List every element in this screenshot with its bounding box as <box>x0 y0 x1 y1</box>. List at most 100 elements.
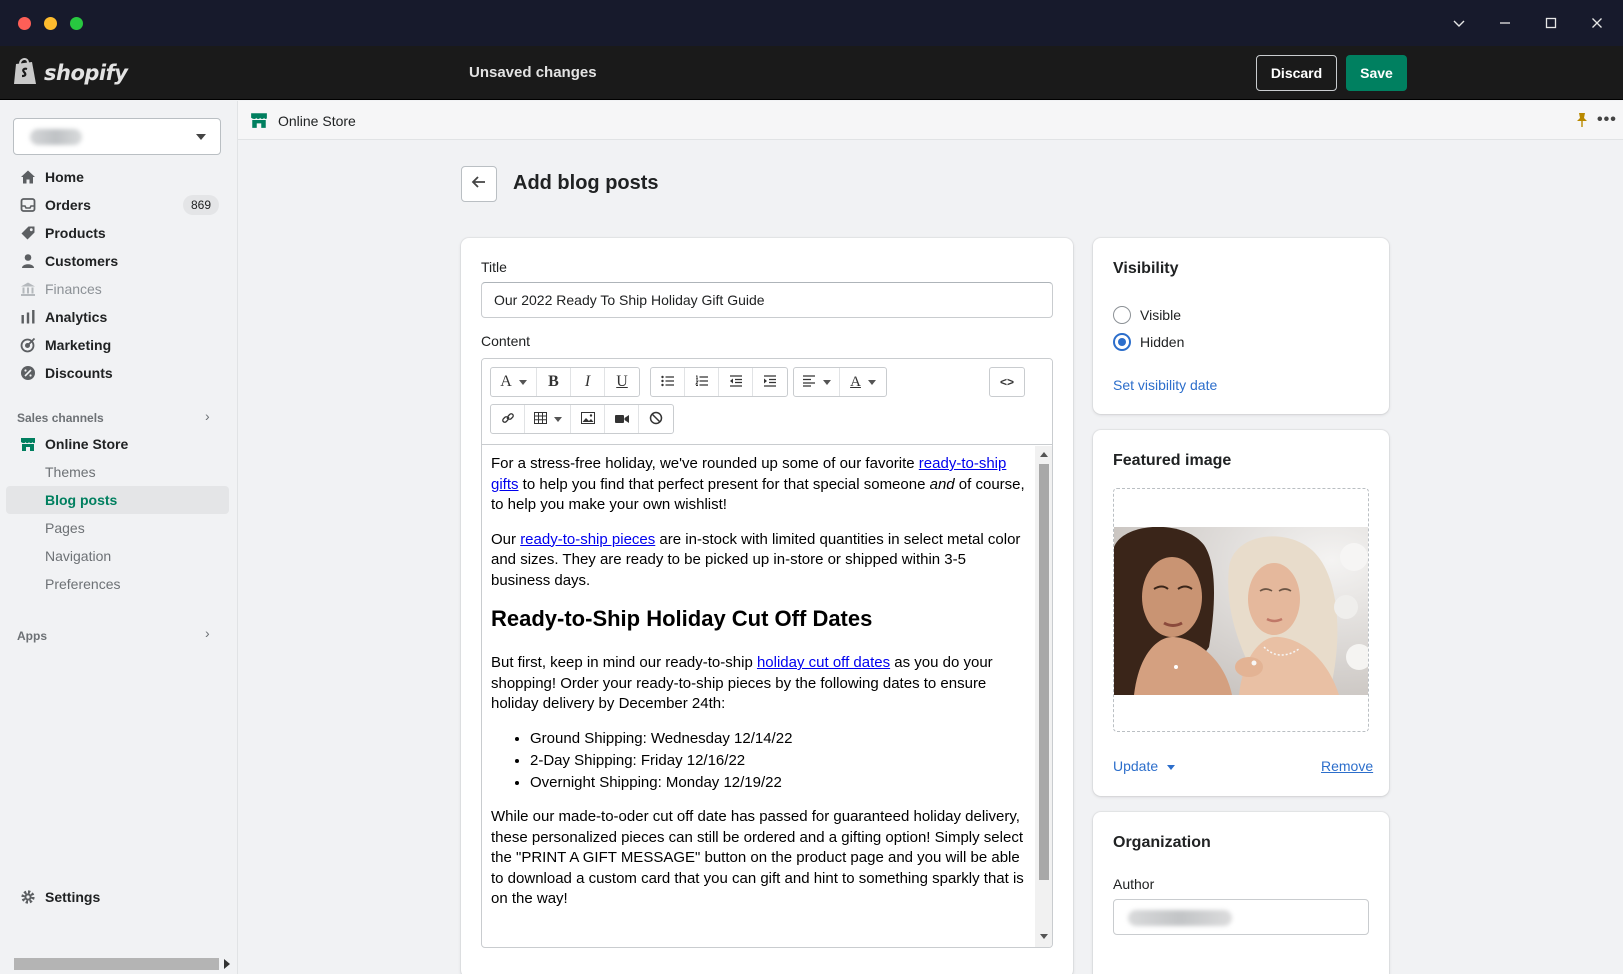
caret-down-icon <box>1167 764 1176 770</box>
shopify-logo[interactable]: shopify <box>12 56 128 90</box>
scroll-down-arrow-icon[interactable] <box>1040 934 1048 939</box>
insert-group <box>490 404 674 434</box>
numbered-list-button[interactable] <box>685 368 719 396</box>
target-icon <box>19 336 37 354</box>
discard-button[interactable]: Discard <box>1256 55 1337 91</box>
content-link[interactable]: holiday cut off dates <box>757 654 890 671</box>
sidebar: Home Orders 869 Products Customers Finan… <box>0 101 238 974</box>
shipping-list: Ground Shipping: Wednesday 12/14/22 2-Da… <box>491 729 1026 794</box>
horizontal-scrollbar[interactable] <box>14 958 219 970</box>
title-input[interactable] <box>481 282 1053 318</box>
sidebar-item-preferences[interactable]: Preferences <box>0 570 238 598</box>
clear-formatting-button[interactable] <box>639 405 673 433</box>
sidebar-item-themes[interactable]: Themes <box>0 458 238 486</box>
sidebar-item-pages[interactable]: Pages <box>0 514 238 542</box>
author-field-label: Author <box>1113 876 1155 892</box>
editor-content[interactable]: For a stress-free holiday, we've rounded… <box>482 446 1034 947</box>
visibility-card: Visibility Visible Hidden Set visibility… <box>1093 238 1389 414</box>
chevron-down-icon[interactable] <box>1448 12 1470 34</box>
text: But first, keep in mind our ready-to-shi… <box>491 654 757 671</box>
nav-label: Home <box>45 169 84 185</box>
visible-option[interactable]: Visible <box>1113 305 1181 325</box>
nav-item-discounts[interactable]: Discounts <box>0 359 238 387</box>
set-visibility-date-link[interactable]: Set visibility date <box>1113 377 1217 393</box>
nav-item-orders[interactable]: Orders 869 <box>0 191 238 219</box>
gear-icon <box>19 888 37 906</box>
organization-title: Organization <box>1113 834 1211 851</box>
discount-icon <box>19 364 37 382</box>
nav-item-customers[interactable]: Customers <box>0 247 238 275</box>
nav-label: Online Store <box>45 436 129 452</box>
outdent-button[interactable] <box>719 368 753 396</box>
nav-item-products[interactable]: Products <box>0 219 238 247</box>
minimize-window-dot[interactable] <box>44 17 57 30</box>
content-heading: Ready-to-Ship Holiday Cut Off Dates <box>491 606 873 631</box>
scroll-right-arrow-icon[interactable] <box>224 959 230 969</box>
pin-icon[interactable] <box>1575 112 1589 133</box>
bullet-list-button[interactable] <box>651 368 685 396</box>
nav-item-settings[interactable]: Settings <box>0 883 238 911</box>
list-item: Overnight Shipping: Monday 12/19/22 <box>530 773 1026 794</box>
visible-radio[interactable] <box>1113 306 1131 324</box>
radio-label: Hidden <box>1140 334 1185 350</box>
hidden-radio[interactable] <box>1113 333 1131 351</box>
underline-button[interactable]: U <box>605 368 639 396</box>
hidden-option[interactable]: Hidden <box>1113 332 1184 352</box>
caret-down-icon <box>822 379 831 385</box>
insert-video-button[interactable] <box>605 405 639 433</box>
author-select[interactable] <box>1113 899 1369 935</box>
caret-down-icon <box>196 134 206 140</box>
nav-item-home[interactable]: Home <box>0 163 238 191</box>
save-button[interactable]: Save <box>1346 55 1407 91</box>
minimize-icon[interactable] <box>1494 12 1516 34</box>
sidebar-item-blog-posts[interactable]: Blog posts <box>0 486 238 514</box>
storefront-icon <box>250 111 268 134</box>
indent-button[interactable] <box>753 368 787 396</box>
back-button[interactable] <box>461 166 497 202</box>
nav-item-marketing[interactable]: Marketing <box>0 331 238 359</box>
paragraph: But first, keep in mind our ready-to-shi… <box>491 653 1026 715</box>
nav-item-finances[interactable]: Finances <box>0 275 238 303</box>
scroll-up-arrow-icon[interactable] <box>1040 452 1048 457</box>
sub-nav-label: Blog posts <box>45 492 118 508</box>
close-window-dot[interactable] <box>18 17 31 30</box>
text: Our <box>491 530 521 548</box>
more-horizontal-icon[interactable]: ••• <box>1597 111 1617 129</box>
insert-link-button[interactable] <box>491 405 525 433</box>
chevron-right-icon[interactable]: › <box>205 408 210 424</box>
zoom-window-dot[interactable] <box>70 17 83 30</box>
store-name-redacted <box>30 129 82 145</box>
insert-image-button[interactable] <box>571 405 605 433</box>
chevron-right-icon[interactable]: › <box>205 625 210 641</box>
html-source-button[interactable]: <> <box>990 368 1024 396</box>
editor-scrollbar[interactable] <box>1035 446 1052 947</box>
table-icon <box>533 411 547 427</box>
text: to help you find that perfect present fo… <box>518 475 930 493</box>
source-group: <> <box>989 367 1025 397</box>
scrollbar-thumb[interactable] <box>1039 464 1049 880</box>
author-name-redacted <box>1128 910 1232 926</box>
text-color-dropdown[interactable]: A <box>840 368 886 396</box>
align-dropdown[interactable] <box>794 368 840 396</box>
content-link[interactable]: ready-to-ship pieces <box>520 531 655 548</box>
font-style-dropdown[interactable]: A <box>491 368 537 396</box>
window-titlebar <box>0 0 1623 46</box>
bold-button[interactable]: B <box>537 368 571 396</box>
insert-table-dropdown[interactable] <box>525 405 571 433</box>
update-image-dropdown[interactable]: Update <box>1113 758 1176 774</box>
maximize-icon[interactable] <box>1540 12 1562 34</box>
sub-nav-label: Navigation <box>45 548 112 564</box>
breadcrumb-label[interactable]: Online Store <box>278 113 356 129</box>
image-dropzone[interactable] <box>1113 488 1369 732</box>
store-selector[interactable] <box>13 118 221 155</box>
italic-button[interactable]: I <box>571 368 605 396</box>
sidebar-item-navigation[interactable]: Navigation <box>0 542 238 570</box>
unsaved-changes-label: Unsaved changes <box>469 64 597 81</box>
nav-item-analytics[interactable]: Analytics <box>0 303 238 331</box>
paragraph: Our ready-to-ship pieces are in-stock wi… <box>491 530 1026 592</box>
nav-item-online-store[interactable]: Online Store <box>0 430 238 458</box>
caret-down-icon <box>553 416 562 422</box>
close-icon[interactable] <box>1586 12 1608 34</box>
featured-photo <box>1114 527 1368 695</box>
remove-image-link[interactable]: Remove <box>1321 758 1373 774</box>
